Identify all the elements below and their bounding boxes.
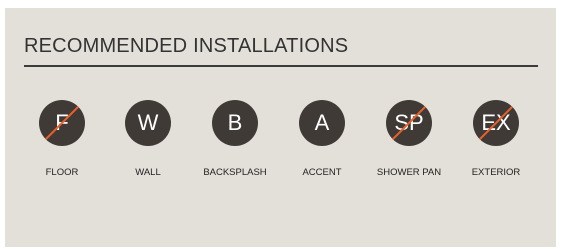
backsplash-label: BACKSPLASH: [203, 167, 267, 178]
exterior-icon: EX: [473, 100, 519, 146]
installation-floor: F FLOOR: [14, 8, 110, 247]
backsplash-abbreviation: B: [227, 110, 243, 135]
shower-pan-label: SHOWER PAN: [376, 167, 442, 178]
accent-label: ACCENT: [302, 167, 342, 178]
installation-backsplash: B BACKSPLASH: [187, 8, 283, 247]
floor-label: FLOOR: [45, 167, 79, 178]
floor-icon: F: [39, 100, 85, 146]
installation-shower-pan: SP SHOWER PAN: [361, 8, 457, 247]
recommended-installations-panel: RECOMMENDED INSTALLATIONS F FLOOR W WALL…: [5, 8, 556, 247]
backsplash-icon: B: [212, 100, 258, 146]
not-recommended-slash-icon: [478, 105, 514, 141]
accent-abbreviation: A: [314, 110, 330, 135]
wall-label: WALL: [135, 167, 161, 178]
shower-pan-icon: SP: [386, 100, 432, 146]
installation-exterior: EX EXTERIOR: [448, 8, 544, 247]
wall-icon: W: [125, 100, 171, 146]
wall-abbreviation: W: [137, 110, 159, 135]
exterior-label: EXTERIOR: [471, 167, 521, 178]
not-recommended-slash-icon: [391, 105, 427, 141]
installation-wall: W WALL: [100, 8, 196, 247]
accent-icon: A: [299, 100, 345, 146]
installation-accent: A ACCENT: [274, 8, 370, 247]
not-recommended-slash-icon: [44, 105, 80, 141]
